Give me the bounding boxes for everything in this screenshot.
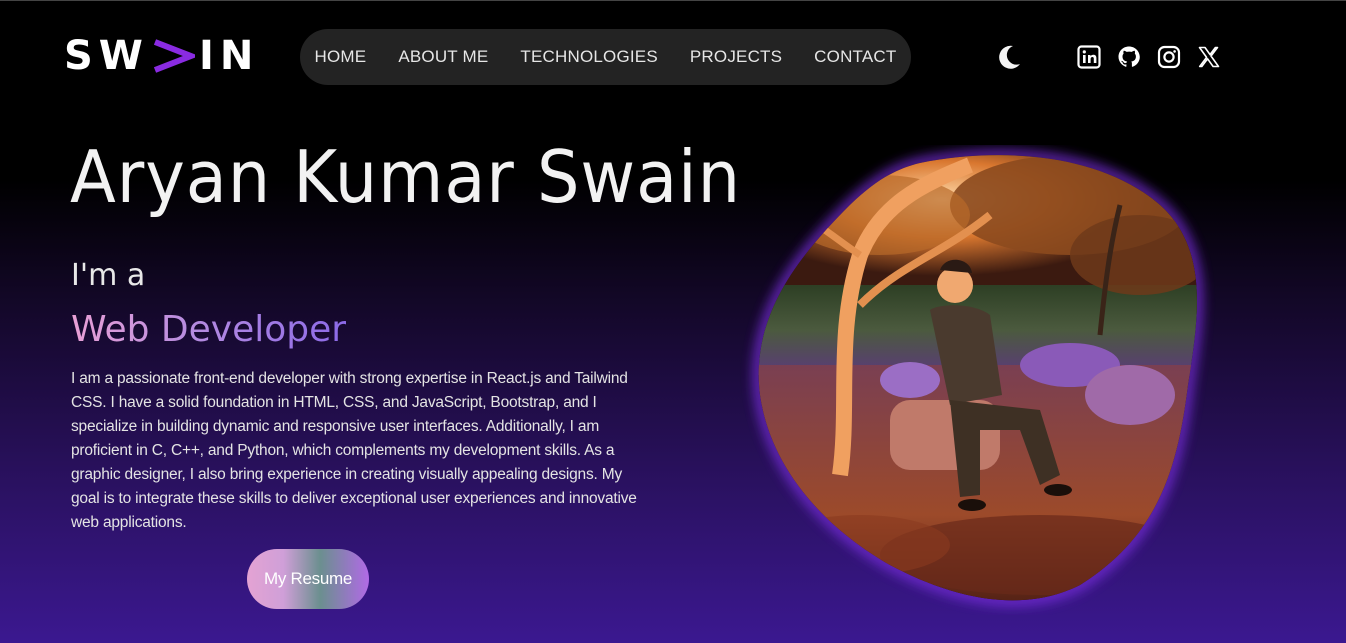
hero-bio: I am a passionate front-end developer wi… [71, 370, 637, 531]
nav-home[interactable]: HOME [315, 47, 367, 67]
logo-chevron-icon [153, 39, 195, 73]
social-links [1077, 45, 1221, 69]
hero-name: Aryan Kumar Swain [70, 135, 741, 219]
nav-projects[interactable]: PROJECTS [690, 47, 782, 67]
logo-text-left: SW [64, 33, 149, 79]
github-icon[interactable] [1117, 45, 1141, 69]
x-icon[interactable] [1197, 45, 1221, 69]
main-nav: HOME ABOUT ME TECHNOLOGIES PROJECTS CONT… [300, 29, 911, 85]
hero-role: Web Developer [71, 309, 347, 350]
logo-text-right: IN [198, 33, 260, 79]
moon-icon[interactable] [996, 44, 1022, 70]
linkedin-icon[interactable] [1077, 45, 1101, 69]
instagram-icon[interactable] [1157, 45, 1181, 69]
top-border [0, 0, 1346, 1]
nav-technologies[interactable]: TECHNOLOGIES [520, 47, 657, 67]
resume-button[interactable]: My Resume [247, 549, 369, 609]
profile-photo [740, 145, 1220, 615]
nav-about-me[interactable]: ABOUT ME [398, 47, 488, 67]
hero-intro: I'm a [71, 258, 146, 293]
site-logo[interactable]: SW IN [64, 36, 259, 76]
nav-contact[interactable]: CONTACT [814, 47, 896, 67]
